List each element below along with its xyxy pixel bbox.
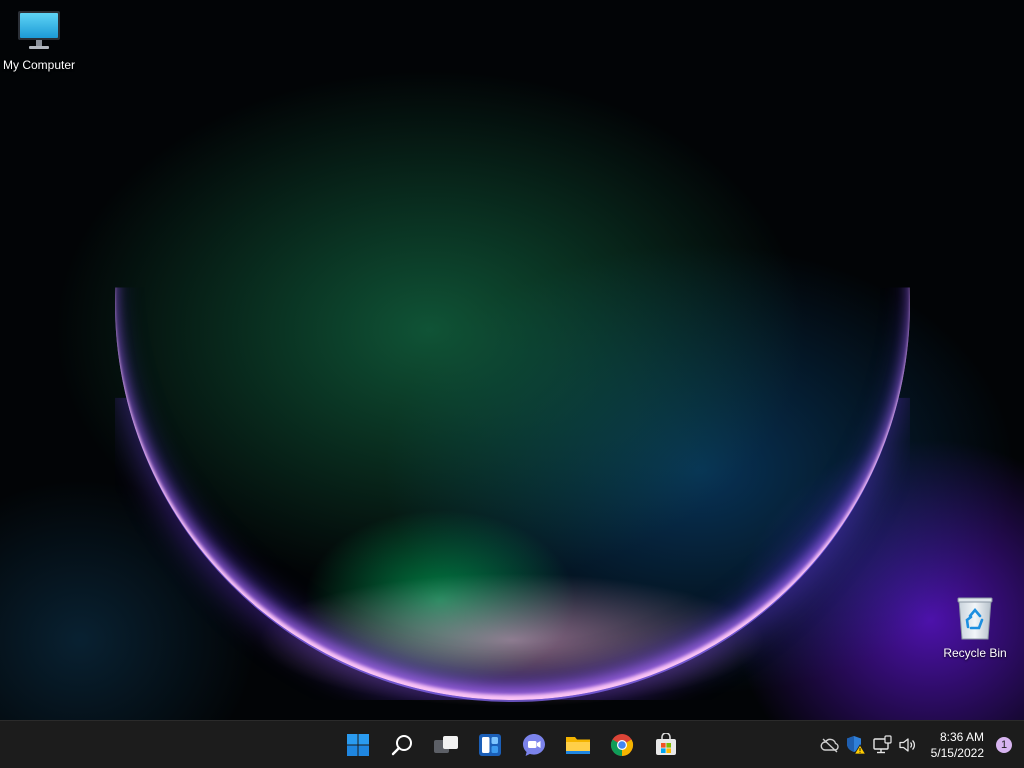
system-tray: 8:36 AM 5/15/2022 1	[817, 721, 1024, 768]
chat-button[interactable]	[514, 725, 554, 765]
chrome-icon	[610, 733, 634, 756]
teams-chat-icon	[523, 733, 545, 756]
volume-icon[interactable]	[896, 733, 920, 757]
monitor-icon	[15, 6, 63, 54]
search-button[interactable]	[382, 725, 422, 765]
store-button[interactable]	[646, 725, 686, 765]
desktop-icon-recycle-bin[interactable]: Recycle Bin	[935, 594, 1015, 660]
store-icon	[656, 732, 676, 755]
taskbar-pinned-apps	[336, 721, 688, 768]
widgets-icon	[479, 733, 501, 756]
security-warning-icon[interactable]	[844, 733, 868, 757]
clock-time: 8:36 AM	[939, 729, 984, 744]
desktop-icon-label: My Computer	[2, 58, 76, 72]
widgets-button[interactable]	[470, 725, 510, 765]
notification-badge[interactable]: 1	[996, 736, 1012, 753]
taskbar: 8:36 AM 5/15/2022 1	[0, 720, 1024, 768]
chrome-button[interactable]	[602, 725, 642, 765]
task-view-button[interactable]	[426, 725, 466, 765]
desktop-icon-label: Recycle Bin	[943, 646, 1007, 660]
recycle-bin-icon	[951, 594, 999, 642]
file-explorer-button[interactable]	[558, 725, 598, 765]
onedrive-offline-icon[interactable]	[818, 733, 842, 757]
wallpaper-bloom	[115, 288, 910, 702]
desktop: My Computer Recycle Bin	[0, 0, 1024, 720]
start-button[interactable]	[338, 725, 378, 765]
task-view-icon	[434, 735, 458, 753]
folder-icon	[566, 736, 590, 754]
taskbar-clock[interactable]: 8:36 AM 5/15/2022	[931, 729, 984, 761]
windows-start-icon	[347, 733, 369, 756]
clock-date: 5/15/2022	[930, 745, 984, 760]
search-icon	[391, 734, 412, 755]
network-icon[interactable]	[870, 733, 894, 757]
desktop-icon-my-computer[interactable]: My Computer	[0, 6, 79, 72]
